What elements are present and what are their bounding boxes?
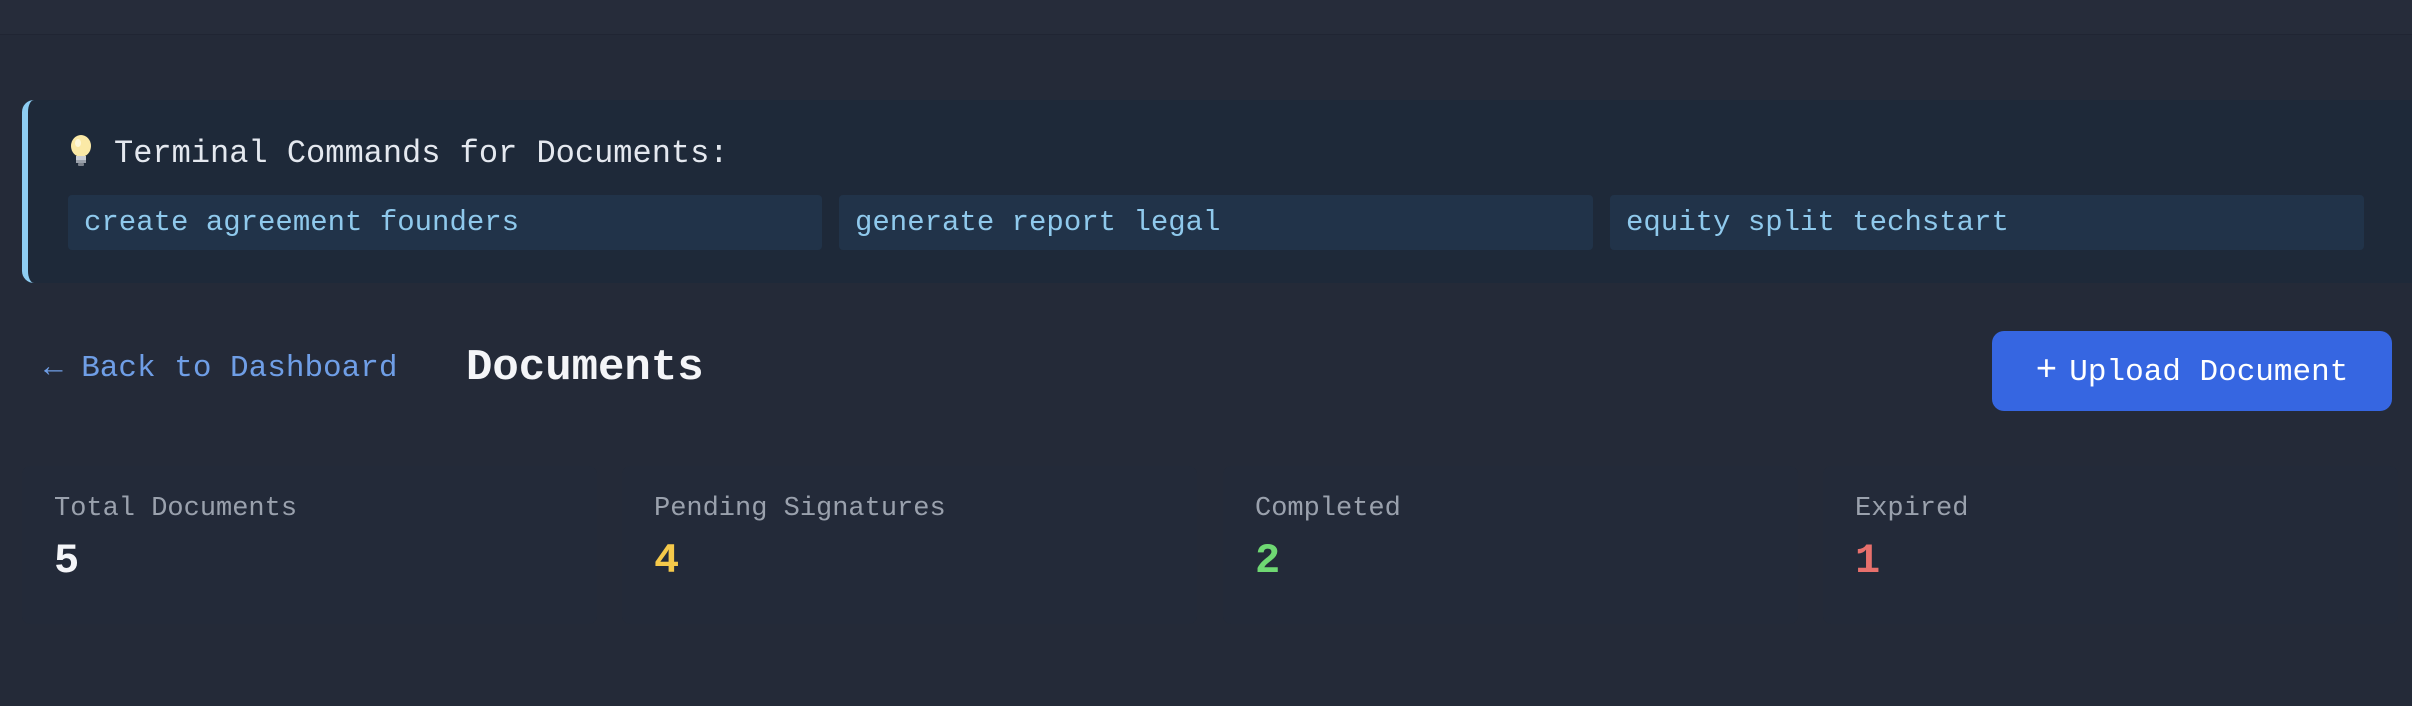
terminal-commands-tip: Terminal Commands for Documents: create …: [22, 100, 2412, 283]
stat-label: Total Documents: [54, 494, 298, 524]
stat-card-completed: Completed 2: [1223, 466, 1798, 624]
command-equity-split[interactable]: equity split techstart: [1610, 195, 2364, 250]
tip-title: Terminal Commands for Documents:: [68, 134, 729, 180]
stat-label: Pending Signatures: [654, 494, 946, 524]
stat-value: 4: [654, 537, 680, 585]
stat-label: Expired: [1855, 494, 1969, 524]
command-generate-report[interactable]: generate report legal: [839, 195, 1593, 250]
stat-label: Completed: [1255, 494, 1401, 524]
stat-card-expired: Expired 1: [1823, 466, 2398, 624]
stat-value: 2: [1255, 537, 1281, 585]
top-bar: [0, 0, 2412, 35]
command-create-agreement[interactable]: create agreement founders: [68, 195, 822, 250]
page-title: Documents: [466, 343, 704, 393]
lightbulb-icon: [68, 134, 100, 180]
tip-title-text: Terminal Commands for Documents:: [114, 135, 729, 172]
stat-card-total-documents: Total Documents 5: [22, 466, 597, 624]
upload-document-label: Upload Document: [2069, 355, 2349, 390]
stat-card-pending-signatures: Pending Signatures 4: [622, 466, 1197, 624]
stat-value: 1: [1855, 537, 1881, 585]
stat-value: 5: [54, 537, 80, 585]
upload-document-button[interactable]: + Upload Document: [1992, 331, 2392, 411]
back-to-dashboard-link[interactable]: ← Back to Dashboard: [44, 349, 397, 389]
plus-icon: +: [2035, 350, 2058, 391]
